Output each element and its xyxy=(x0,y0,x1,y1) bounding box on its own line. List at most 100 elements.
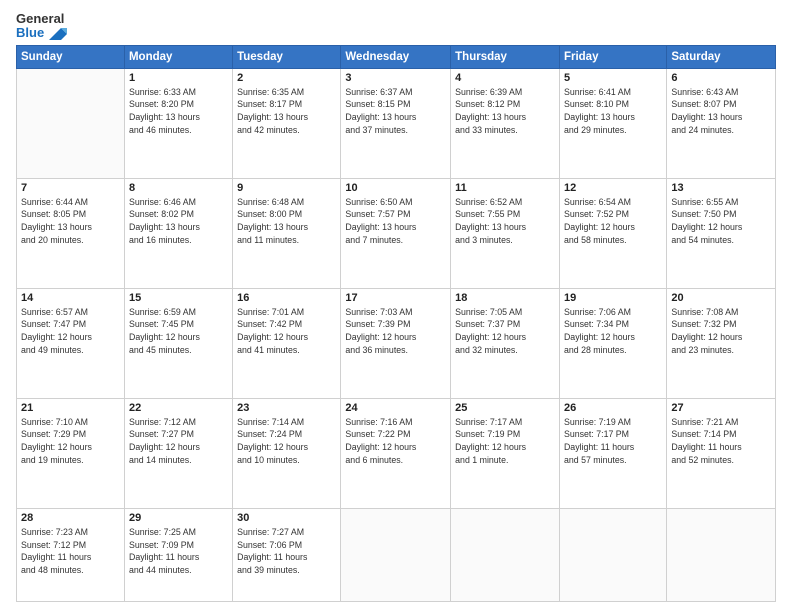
day-info-line: Daylight: 11 hours xyxy=(237,551,336,564)
day-info-line: and 28 minutes. xyxy=(564,344,662,357)
day-number: 17 xyxy=(345,292,446,304)
day-info-line: Sunset: 7:17 PM xyxy=(564,428,662,441)
day-number: 24 xyxy=(345,402,446,414)
day-info-line: Sunrise: 6:46 AM xyxy=(129,196,228,209)
day-info-line: and 49 minutes. xyxy=(21,344,120,357)
day-info-line: Daylight: 12 hours xyxy=(455,331,555,344)
day-info-line: and 58 minutes. xyxy=(564,234,662,247)
day-info-line: Sunset: 8:00 PM xyxy=(237,208,336,221)
day-info-line: and 39 minutes. xyxy=(237,564,336,577)
day-cell: 11Sunrise: 6:52 AMSunset: 7:55 PMDayligh… xyxy=(451,178,560,288)
day-info-line: Sunrise: 6:50 AM xyxy=(345,196,446,209)
day-info-line: Sunrise: 7:01 AM xyxy=(237,306,336,319)
day-info-line: Daylight: 12 hours xyxy=(21,441,120,454)
logo: General Blue xyxy=(16,12,67,41)
day-info-line: Sunrise: 6:57 AM xyxy=(21,306,120,319)
day-info-line: Sunrise: 7:23 AM xyxy=(21,526,120,539)
day-cell: 30Sunrise: 7:27 AMSunset: 7:06 PMDayligh… xyxy=(233,508,341,601)
day-info-line: and 32 minutes. xyxy=(455,344,555,357)
day-info-line: Daylight: 11 hours xyxy=(564,441,662,454)
day-info-line: and 42 minutes. xyxy=(237,124,336,137)
day-info-line: Sunrise: 6:44 AM xyxy=(21,196,120,209)
day-info-line: and 52 minutes. xyxy=(671,454,771,467)
day-number: 21 xyxy=(21,402,120,414)
day-info-line: and 24 minutes. xyxy=(671,124,771,137)
day-cell: 23Sunrise: 7:14 AMSunset: 7:24 PMDayligh… xyxy=(233,398,341,508)
day-cell: 10Sunrise: 6:50 AMSunset: 7:57 PMDayligh… xyxy=(341,178,451,288)
day-number: 14 xyxy=(21,292,120,304)
day-info-line: Daylight: 12 hours xyxy=(564,331,662,344)
day-cell xyxy=(17,68,125,178)
col-header-friday: Friday xyxy=(559,45,666,68)
logo-general: General xyxy=(16,12,64,26)
day-cell: 2Sunrise: 6:35 AMSunset: 8:17 PMDaylight… xyxy=(233,68,341,178)
day-info-line: Daylight: 13 hours xyxy=(21,221,120,234)
week-row-4: 21Sunrise: 7:10 AMSunset: 7:29 PMDayligh… xyxy=(17,398,776,508)
logo-blue: Blue xyxy=(16,26,67,40)
day-info-line: Daylight: 13 hours xyxy=(237,111,336,124)
day-info-line: Daylight: 13 hours xyxy=(129,221,228,234)
day-info-line: Sunrise: 6:54 AM xyxy=(564,196,662,209)
day-info-line: Daylight: 13 hours xyxy=(345,221,446,234)
day-info-line: Daylight: 13 hours xyxy=(564,111,662,124)
day-info-line: and 1 minute. xyxy=(455,454,555,467)
day-cell: 4Sunrise: 6:39 AMSunset: 8:12 PMDaylight… xyxy=(451,68,560,178)
day-info-line: Sunset: 7:39 PM xyxy=(345,318,446,331)
day-info-line: and 19 minutes. xyxy=(21,454,120,467)
day-cell xyxy=(341,508,451,601)
day-info-line: and 41 minutes. xyxy=(237,344,336,357)
day-info-line: and 44 minutes. xyxy=(129,564,228,577)
day-number: 7 xyxy=(21,182,120,194)
col-header-monday: Monday xyxy=(124,45,232,68)
page: General Blue SundayMondayTuesdayWednesda… xyxy=(0,0,792,612)
day-number: 19 xyxy=(564,292,662,304)
day-info-line: and 3 minutes. xyxy=(455,234,555,247)
day-info-line: Sunrise: 6:35 AM xyxy=(237,86,336,99)
day-info-line: Sunrise: 6:55 AM xyxy=(671,196,771,209)
day-cell: 1Sunrise: 6:33 AMSunset: 8:20 PMDaylight… xyxy=(124,68,232,178)
day-number: 5 xyxy=(564,72,662,84)
day-info-line: and 11 minutes. xyxy=(237,234,336,247)
day-info-line: and 36 minutes. xyxy=(345,344,446,357)
day-info-line: and 7 minutes. xyxy=(345,234,446,247)
col-header-wednesday: Wednesday xyxy=(341,45,451,68)
day-info-line: and 29 minutes. xyxy=(564,124,662,137)
day-info-line: Sunset: 8:15 PM xyxy=(345,98,446,111)
day-cell: 20Sunrise: 7:08 AMSunset: 7:32 PMDayligh… xyxy=(667,288,776,398)
day-cell xyxy=(667,508,776,601)
day-info-line: and 37 minutes. xyxy=(345,124,446,137)
day-info-line: Sunset: 7:37 PM xyxy=(455,318,555,331)
day-info-line: Daylight: 11 hours xyxy=(21,551,120,564)
day-info-line: Sunset: 7:45 PM xyxy=(129,318,228,331)
day-info-line: Daylight: 12 hours xyxy=(237,441,336,454)
day-info-line: Daylight: 13 hours xyxy=(671,111,771,124)
day-info-line: and 46 minutes. xyxy=(129,124,228,137)
day-info-line: and 54 minutes. xyxy=(671,234,771,247)
day-info-line: Sunset: 8:17 PM xyxy=(237,98,336,111)
day-info-line: Sunset: 8:12 PM xyxy=(455,98,555,111)
header: General Blue xyxy=(16,12,776,41)
day-number: 15 xyxy=(129,292,228,304)
header-row: SundayMondayTuesdayWednesdayThursdayFrid… xyxy=(17,45,776,68)
day-cell: 12Sunrise: 6:54 AMSunset: 7:52 PMDayligh… xyxy=(559,178,666,288)
day-number: 13 xyxy=(671,182,771,194)
day-info-line: Sunrise: 7:10 AM xyxy=(21,416,120,429)
day-info-line: Daylight: 11 hours xyxy=(129,551,228,564)
day-info-line: Sunrise: 6:41 AM xyxy=(564,86,662,99)
day-info-line: Sunset: 7:32 PM xyxy=(671,318,771,331)
day-info-line: Sunset: 7:24 PM xyxy=(237,428,336,441)
col-header-tuesday: Tuesday xyxy=(233,45,341,68)
day-info-line: Sunrise: 7:03 AM xyxy=(345,306,446,319)
day-number: 16 xyxy=(237,292,336,304)
day-info-line: Daylight: 12 hours xyxy=(129,331,228,344)
day-number: 11 xyxy=(455,182,555,194)
day-info-line: Sunset: 7:34 PM xyxy=(564,318,662,331)
day-cell: 5Sunrise: 6:41 AMSunset: 8:10 PMDaylight… xyxy=(559,68,666,178)
day-info-line: Sunrise: 6:43 AM xyxy=(671,86,771,99)
day-number: 12 xyxy=(564,182,662,194)
day-info-line: Sunset: 7:06 PM xyxy=(237,539,336,552)
day-info-line: Daylight: 12 hours xyxy=(564,221,662,234)
day-cell: 24Sunrise: 7:16 AMSunset: 7:22 PMDayligh… xyxy=(341,398,451,508)
day-info-line: Sunset: 7:19 PM xyxy=(455,428,555,441)
day-info-line: Sunset: 7:29 PM xyxy=(21,428,120,441)
